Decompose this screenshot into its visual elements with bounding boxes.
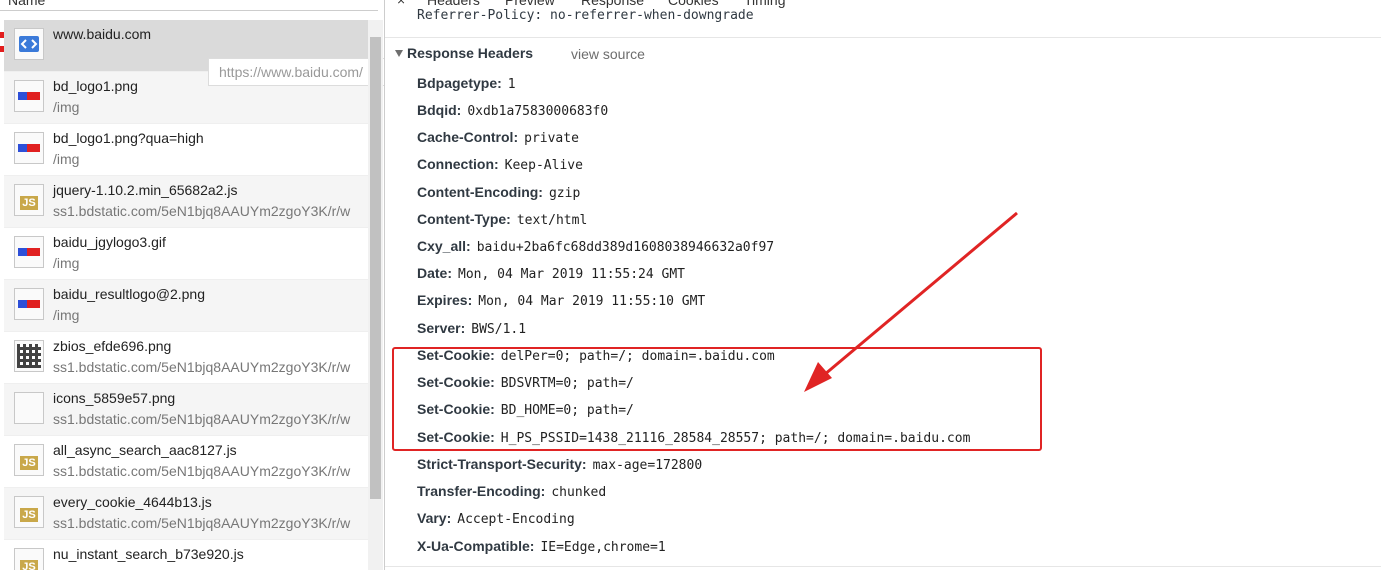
bottom-separator bbox=[385, 566, 1381, 567]
annotation-arrow-icon bbox=[804, 211, 1018, 392]
